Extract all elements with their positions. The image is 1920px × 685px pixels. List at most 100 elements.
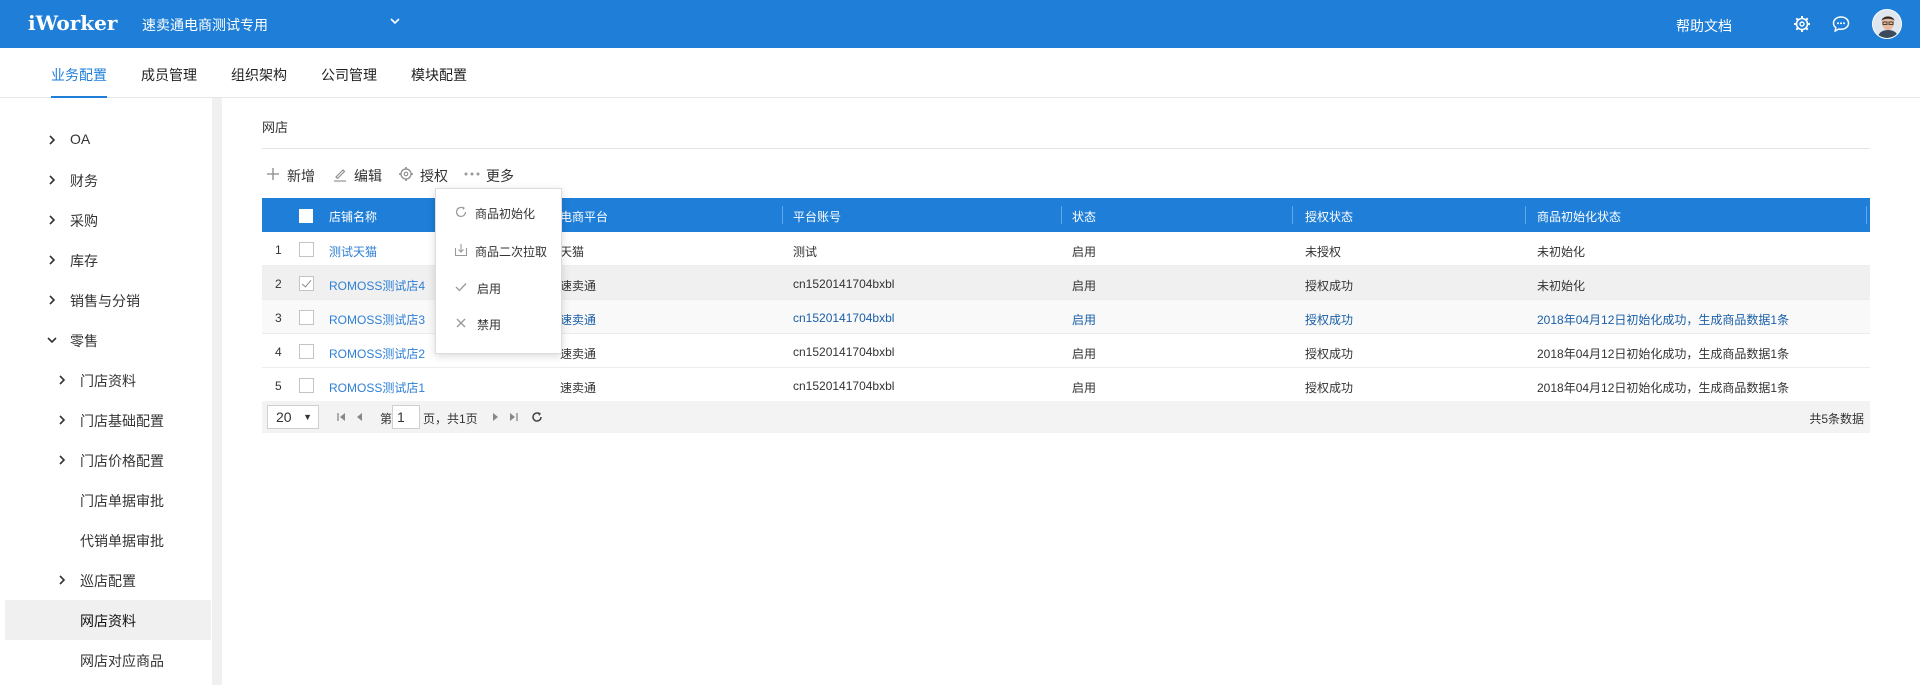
help-docs-link[interactable]: 帮助文档 xyxy=(1676,16,1732,36)
sidebar-item-finance[interactable]: 财务 xyxy=(5,160,211,200)
sidebar-item-online-store-info[interactable]: 网店资料 xyxy=(5,600,211,640)
platform-cell: 速卖通 xyxy=(560,279,597,293)
add-button[interactable]: 新增 xyxy=(265,164,325,184)
chevron-right-icon xyxy=(59,375,66,385)
auth-status-cell: 授权成功 xyxy=(1305,381,1354,395)
store-name-link[interactable]: ROMOSS测试店4 xyxy=(329,277,425,294)
chat-icon[interactable] xyxy=(1832,15,1850,33)
authorize-button[interactable]: 授权 xyxy=(398,164,458,184)
prev-page-icon[interactable] xyxy=(354,411,366,423)
column-header-account[interactable]: 平台账号 xyxy=(793,208,841,225)
tab-business-config[interactable]: 业务配置 xyxy=(51,65,107,98)
store-name-link[interactable]: 测试天猫 xyxy=(329,243,377,260)
account-cell: 测试 xyxy=(793,245,818,259)
column-divider xyxy=(782,206,783,224)
account-cell: cn1520141704bxbl xyxy=(793,277,895,291)
store-name-link[interactable]: ROMOSS测试店2 xyxy=(329,345,425,362)
account-cell: cn1520141704bxbl xyxy=(793,345,895,359)
chevron-right-icon xyxy=(49,295,56,305)
chevron-down-icon[interactable] xyxy=(388,14,402,28)
row-checkbox[interactable] xyxy=(299,344,314,359)
init-status-cell: 未初始化 xyxy=(1537,279,1586,293)
column-header-auth-status[interactable]: 授权状态 xyxy=(1305,208,1353,225)
page-number-input[interactable]: 1 xyxy=(392,405,420,429)
sidebar-item-purchase[interactable]: 采购 xyxy=(5,200,211,240)
status-cell: 启用 xyxy=(1072,313,1097,327)
gear-icon xyxy=(399,167,413,181)
sidebar-item-patrol-config[interactable]: 巡店配置 xyxy=(5,560,211,600)
user-avatar[interactable] xyxy=(1872,9,1902,39)
column-divider xyxy=(1866,206,1867,224)
platform-cell: 速卖通 xyxy=(560,347,597,361)
platform-cell: 速卖通 xyxy=(560,313,597,327)
sidebar-item-consignment-approval[interactable]: 代销单据审批 xyxy=(5,520,211,560)
page-prefix-label: 第 xyxy=(380,412,393,426)
status-cell: 启用 xyxy=(1072,245,1097,259)
menu-item-disable[interactable]: 禁用 xyxy=(436,306,561,340)
row-checkbox[interactable] xyxy=(299,242,314,257)
auth-status-cell: 授权成功 xyxy=(1305,279,1354,293)
sidebar-item-label: 财务 xyxy=(70,173,98,189)
sidebar-item-sales-distribution[interactable]: 销售与分销 xyxy=(5,280,211,320)
sidebar-item-store-basic-config[interactable]: 门店基础配置 xyxy=(5,400,211,440)
column-header-init-status[interactable]: 商品初始化状态 xyxy=(1537,208,1621,225)
next-page-icon[interactable] xyxy=(489,411,501,423)
column-header-platform[interactable]: 电商平台 xyxy=(560,208,608,225)
column-header-status[interactable]: 状态 xyxy=(1072,208,1096,225)
row-index: 1 xyxy=(275,243,282,257)
page-suffix-label: 页，共1页 xyxy=(423,412,478,426)
sidebar-item-label: 巡店配置 xyxy=(80,573,136,589)
tab-module-config[interactable]: 模块配置 xyxy=(411,65,467,98)
chevron-right-icon xyxy=(49,255,56,265)
menu-item-product-init[interactable]: 商品初始化 xyxy=(436,195,561,229)
last-page-icon[interactable] xyxy=(507,411,519,423)
edit-button[interactable]: 编辑 xyxy=(332,164,392,184)
select-all-checkbox[interactable] xyxy=(299,209,313,223)
chevron-right-icon xyxy=(59,455,66,465)
platform-cell: 天猫 xyxy=(560,245,585,259)
column-header-store-name[interactable]: 店铺名称 xyxy=(329,208,377,225)
sidebar-item-label: OA xyxy=(70,131,91,147)
menu-item-product-refetch[interactable]: 商品二次拉取 xyxy=(436,233,561,267)
column-divider xyxy=(1292,206,1293,224)
chevron-right-icon xyxy=(59,415,66,425)
tab-company-management[interactable]: 公司管理 xyxy=(321,65,377,98)
breadcrumb: 网店 xyxy=(262,120,289,135)
menu-item-enable[interactable]: 启用 xyxy=(436,270,561,304)
refresh-icon[interactable] xyxy=(531,411,543,423)
init-status-cell: 2018年04月12日初始化成功，生成商品数据1条 xyxy=(1537,313,1790,327)
top-bar: iWorker 速卖通电商测试专用 帮助文档 xyxy=(0,0,1920,48)
tab-org-structure[interactable]: 组织架构 xyxy=(231,65,287,98)
sidebar-item-retail[interactable]: 零售 xyxy=(5,320,211,360)
tab-member-management[interactable]: 成员管理 xyxy=(141,65,197,98)
status-cell: 启用 xyxy=(1072,347,1097,361)
download-icon xyxy=(454,244,468,257)
store-name-link[interactable]: ROMOSS测试店1 xyxy=(329,379,425,396)
pencil-icon xyxy=(334,169,346,182)
gear-icon[interactable] xyxy=(1793,15,1811,33)
sidebar-item-store-info[interactable]: 门店资料 xyxy=(5,360,211,400)
row-checkbox[interactable] xyxy=(299,310,314,325)
row-index: 2 xyxy=(275,277,282,291)
sidebar-scrollbar[interactable] xyxy=(212,98,222,685)
app-logo[interactable]: iWorker xyxy=(28,11,117,35)
row-index: 3 xyxy=(275,311,282,325)
chevron-right-icon xyxy=(49,215,56,225)
sidebar-item-inventory[interactable]: 库存 xyxy=(5,240,211,280)
check-icon xyxy=(455,283,467,292)
table-row[interactable]: 5 ROMOSS测试店1 速卖通 cn1520141704bxbl 启用 授权成… xyxy=(262,368,1870,402)
sidebar-item-store-price-config[interactable]: 门店价格配置 xyxy=(5,440,211,480)
page-size-select[interactable]: 20 ▼ xyxy=(267,405,319,429)
store-name-link[interactable]: ROMOSS测试店3 xyxy=(329,311,425,328)
row-checkbox[interactable] xyxy=(299,276,314,291)
sidebar-item-label: 网店对应商品 xyxy=(80,653,164,669)
more-button[interactable]: 更多 xyxy=(463,164,523,184)
sidebar-item-online-store-products[interactable]: 网店对应商品 xyxy=(5,640,211,680)
first-page-icon[interactable] xyxy=(336,411,348,423)
row-index: 5 xyxy=(275,379,282,393)
row-checkbox[interactable] xyxy=(299,378,314,393)
company-selector[interactable]: 速卖通电商测试专用 xyxy=(142,15,268,35)
sidebar-item-store-doc-approval[interactable]: 门店单据审批 xyxy=(5,480,211,520)
init-status-cell: 2018年04月12日初始化成功，生成商品数据1条 xyxy=(1537,381,1790,395)
sidebar-item-oa[interactable]: OA xyxy=(5,120,211,160)
